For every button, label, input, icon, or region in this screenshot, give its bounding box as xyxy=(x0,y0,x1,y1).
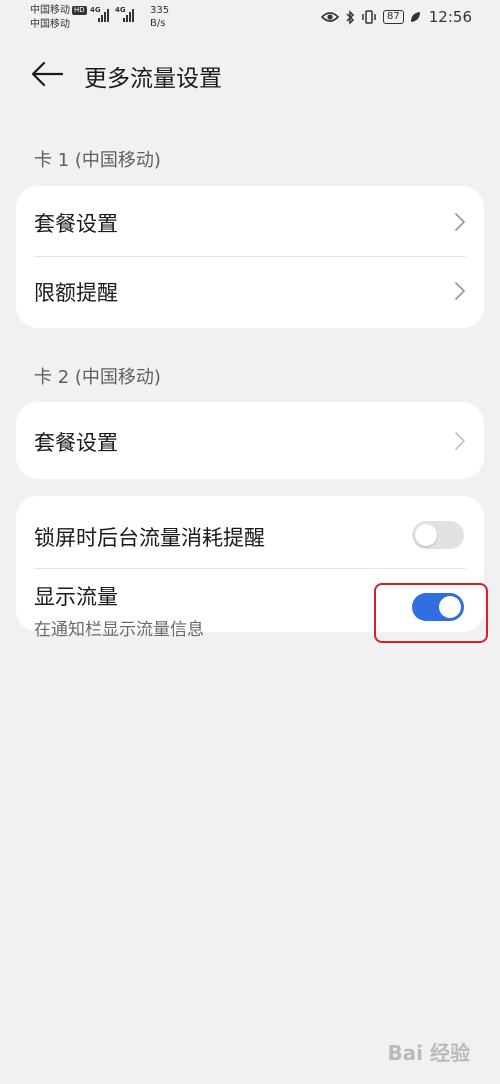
status-bar: 中国移动 HD 中国移动 4G 4G 335 B/s 87 12:56 xyxy=(0,0,500,40)
carrier-1-label: 中国移动 xyxy=(30,5,70,16)
row-label: 套餐设置 xyxy=(34,212,118,236)
vibrate-icon xyxy=(362,10,376,24)
network-speed: 335 B/s xyxy=(150,5,170,29)
carrier-2-label: 中国移动 xyxy=(30,19,70,30)
clock: 12:56 xyxy=(428,8,472,26)
carrier-info: 中国移动 HD 中国移动 xyxy=(30,4,87,32)
sim2-plan-settings-row[interactable]: 套餐设置 xyxy=(16,402,484,479)
hd-badge: HD xyxy=(72,6,87,15)
chevron-right-icon xyxy=(455,213,465,231)
sim1-limit-reminder-row[interactable]: 限额提醒 xyxy=(16,257,484,327)
bluetooth-icon xyxy=(346,9,355,25)
row-label: 套餐设置 xyxy=(34,431,118,455)
sim1-section-label: 卡 1 (中国移动) xyxy=(34,150,161,171)
sim2-section-label: 卡 2 (中国移动) xyxy=(34,367,161,388)
watermark-logo: Bai 经验 xyxy=(387,1041,470,1065)
page-title: 更多流量设置 xyxy=(84,66,222,92)
signal-1-icon: 4G xyxy=(90,6,109,22)
chevron-right-icon xyxy=(455,432,465,450)
battery-icon: 87 xyxy=(383,10,404,24)
back-button[interactable] xyxy=(30,60,66,90)
chevron-right-icon xyxy=(455,282,465,300)
signal-icons: 4G 4G xyxy=(90,6,134,22)
highlight-box xyxy=(374,583,488,643)
eye-icon xyxy=(321,12,340,22)
lockscreen-reminder-toggle[interactable] xyxy=(412,521,464,549)
leaf-icon xyxy=(410,12,420,22)
sim2-card: 套餐设置 xyxy=(16,402,484,479)
app-header: 更多流量设置 xyxy=(0,50,500,100)
toggle-knob xyxy=(415,524,437,546)
sim1-card: 套餐设置 限额提醒 xyxy=(16,186,484,328)
sim1-plan-settings-row[interactable]: 套餐设置 xyxy=(16,186,484,256)
row-label: 锁屏时后台流量消耗提醒 xyxy=(34,526,265,550)
row-label: 限额提醒 xyxy=(34,281,118,305)
signal-2-icon: 4G xyxy=(115,6,134,22)
lockscreen-reminder-row[interactable]: 锁屏时后台流量消耗提醒 xyxy=(16,496,484,568)
row-label: 显示流量 xyxy=(34,585,118,609)
back-arrow-icon xyxy=(31,61,64,87)
status-right-icons: 87 12:56 xyxy=(321,8,472,26)
row-sublabel: 在通知栏显示流量信息 xyxy=(34,620,204,640)
